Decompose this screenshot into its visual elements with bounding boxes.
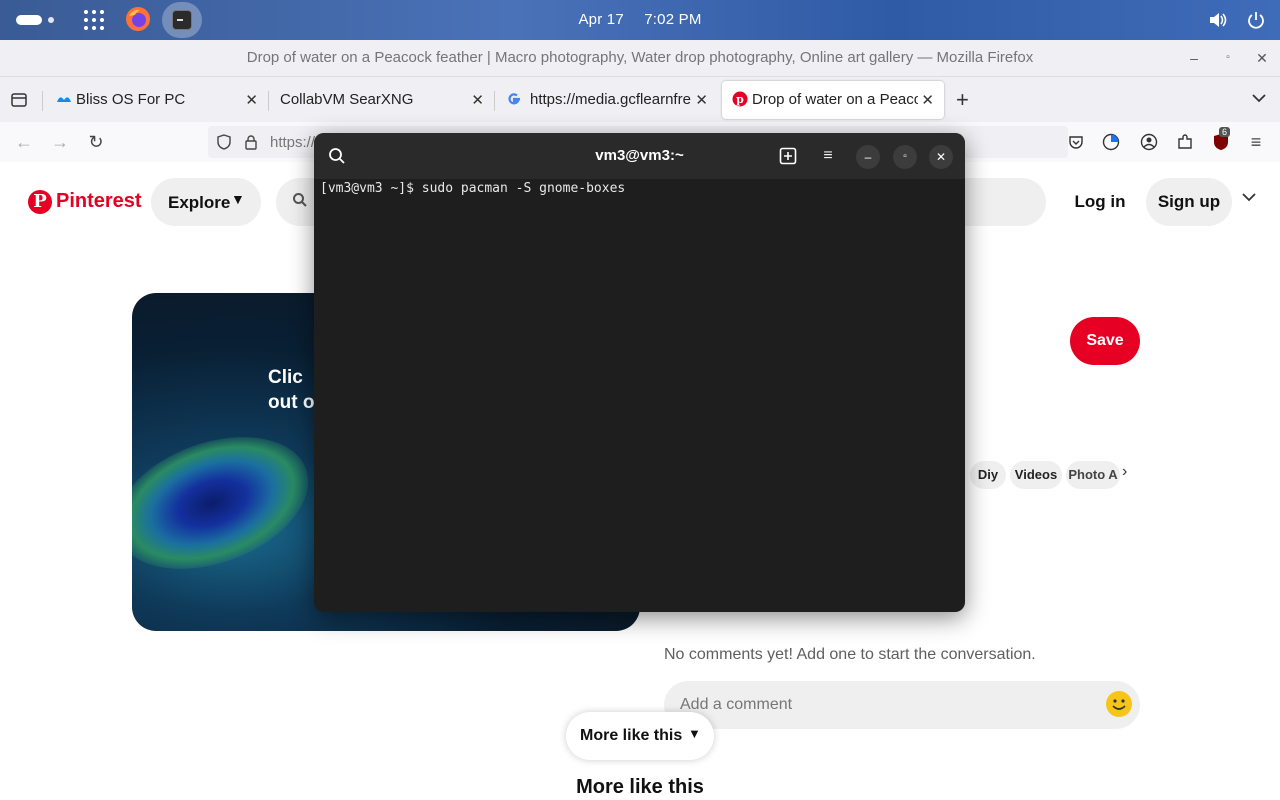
- chip-photo[interactable]: Photo A: [1066, 461, 1120, 489]
- more-like-this-label: More like this: [580, 727, 683, 744]
- terminal-maximize-button[interactable]: ▫: [893, 145, 917, 169]
- tab-close-icon[interactable]: ✕: [695, 91, 708, 109]
- sync-status-icon[interactable]: [1102, 133, 1120, 151]
- tab-pinterest-active[interactable]: p Drop of water on a Peaco ✕: [722, 81, 944, 119]
- add-comment-field[interactable]: Add a comment: [664, 681, 1140, 729]
- tab-gcflearnfree[interactable]: https://media.gcflearnfre ✕: [496, 81, 718, 119]
- new-tab-icon[interactable]: [779, 147, 797, 165]
- add-comment-placeholder: Add a comment: [680, 696, 793, 713]
- ublock-origin-extension[interactable]: 6: [1212, 127, 1231, 151]
- save-button[interactable]: Save: [1070, 317, 1140, 365]
- pinterest-tab-icon: p: [732, 91, 748, 107]
- forward-button[interactable]: →: [50, 132, 70, 152]
- maximize-button[interactable]: ▫: [1218, 48, 1238, 68]
- clock-time: 7:02 PM: [644, 11, 702, 28]
- app-menu-hamburger-icon[interactable]: ≡: [1246, 132, 1266, 152]
- system-status-area[interactable]: [1208, 10, 1266, 30]
- pin-overlay-text: Clic out o: [268, 365, 314, 415]
- tab-bliss-os[interactable]: Bliss OS For PC ✕: [46, 81, 268, 119]
- gnome-top-bar: Apr 17 7:02 PM: [0, 0, 1280, 40]
- lock-icon[interactable]: [244, 134, 258, 150]
- chevron-right-icon[interactable]: ›: [1122, 463, 1127, 481]
- terminal-menu-icon[interactable]: ≡: [817, 145, 839, 167]
- login-button[interactable]: Log in: [1064, 178, 1136, 226]
- pinterest-logo-icon[interactable]: [28, 190, 52, 214]
- terminal-header-bar: vm3@vm3:~ ≡ – ▫ ✕: [314, 133, 965, 179]
- tab-close-icon[interactable]: ✕: [921, 91, 934, 109]
- tab-close-icon[interactable]: ✕: [471, 91, 484, 109]
- firefox-view-icon[interactable]: [10, 91, 28, 109]
- tracking-protection-shield-icon[interactable]: [216, 134, 232, 150]
- clock[interactable]: Apr 17 7:02 PM: [0, 11, 1280, 28]
- extensions-puzzle-icon[interactable]: [1176, 133, 1194, 151]
- tab-label: Drop of water on a Peaco: [752, 91, 918, 108]
- search-icon: [293, 193, 307, 207]
- chip-videos[interactable]: Videos: [1010, 461, 1062, 489]
- google-icon: [508, 93, 520, 105]
- terminal-command-line[interactable]: [vm3@vm3 ~]$ sudo pacman -S gnome-boxes: [320, 181, 625, 196]
- back-button[interactable]: ←: [14, 132, 34, 152]
- volume-icon: [1210, 13, 1227, 27]
- chevron-down-icon: ▼: [231, 191, 245, 207]
- more-like-this-button[interactable]: More like this ▼: [566, 712, 714, 760]
- tab-bar: Bliss OS For PC ✕ CollabVM SearXNG ✕ htt…: [0, 76, 1280, 123]
- pin-overlay-line2: out o: [268, 392, 315, 413]
- pocket-icon[interactable]: [1068, 134, 1084, 150]
- firefox-title-bar: Drop of water on a Peacock feather | Mac…: [0, 40, 1280, 76]
- terminal-minimize-button[interactable]: –: [856, 145, 880, 169]
- terminal-window[interactable]: vm3@vm3:~ ≡ – ▫ ✕ [vm3@vm3 ~]$ sudo pacm…: [314, 133, 965, 612]
- extension-badge-count: 6: [1219, 127, 1231, 137]
- clock-date: Apr 17: [578, 11, 624, 28]
- emoji-icon[interactable]: [1106, 691, 1132, 717]
- more-like-this-heading: More like this: [576, 776, 704, 798]
- chevron-down-icon: ▼: [688, 726, 701, 741]
- list-all-tabs-icon[interactable]: [1252, 93, 1266, 103]
- tab-label: CollabVM SearXNG: [280, 91, 414, 108]
- account-icon[interactable]: [1140, 133, 1158, 151]
- minimize-button[interactable]: –: [1184, 48, 1204, 68]
- tab-label: Bliss OS For PC: [76, 91, 186, 108]
- tab-close-icon[interactable]: ✕: [245, 91, 258, 109]
- new-tab-button[interactable]: +: [956, 87, 969, 113]
- tab-collabvm-searxng[interactable]: CollabVM SearXNG ✕: [270, 81, 494, 119]
- account-menu-chevron-icon[interactable]: [1242, 192, 1256, 202]
- close-window-button[interactable]: ✕: [1252, 48, 1272, 68]
- window-title: Drop of water on a Peacock feather | Mac…: [246, 49, 1034, 66]
- pinterest-brand[interactable]: Pinterest: [56, 190, 142, 213]
- reload-button[interactable]: ↻: [86, 132, 106, 152]
- explore-label: Explore: [168, 193, 231, 212]
- peacock-feather-eye: [132, 412, 327, 594]
- power-icon: [1248, 12, 1264, 29]
- pin-overlay-line1: Clic: [268, 367, 303, 388]
- svg-text:p: p: [736, 93, 744, 106]
- tab-label: https://media.gcflearnfre: [530, 91, 691, 108]
- no-comments-text: No comments yet! Add one to start the co…: [664, 646, 1036, 663]
- signup-button[interactable]: Sign up: [1146, 178, 1232, 226]
- url-text: https://: [270, 134, 316, 151]
- explore-button[interactable]: Explore ▼: [151, 178, 261, 226]
- chip-diy[interactable]: Diy: [970, 461, 1006, 489]
- bliss-os-icon: [57, 97, 71, 102]
- terminal-close-button[interactable]: ✕: [929, 145, 953, 169]
